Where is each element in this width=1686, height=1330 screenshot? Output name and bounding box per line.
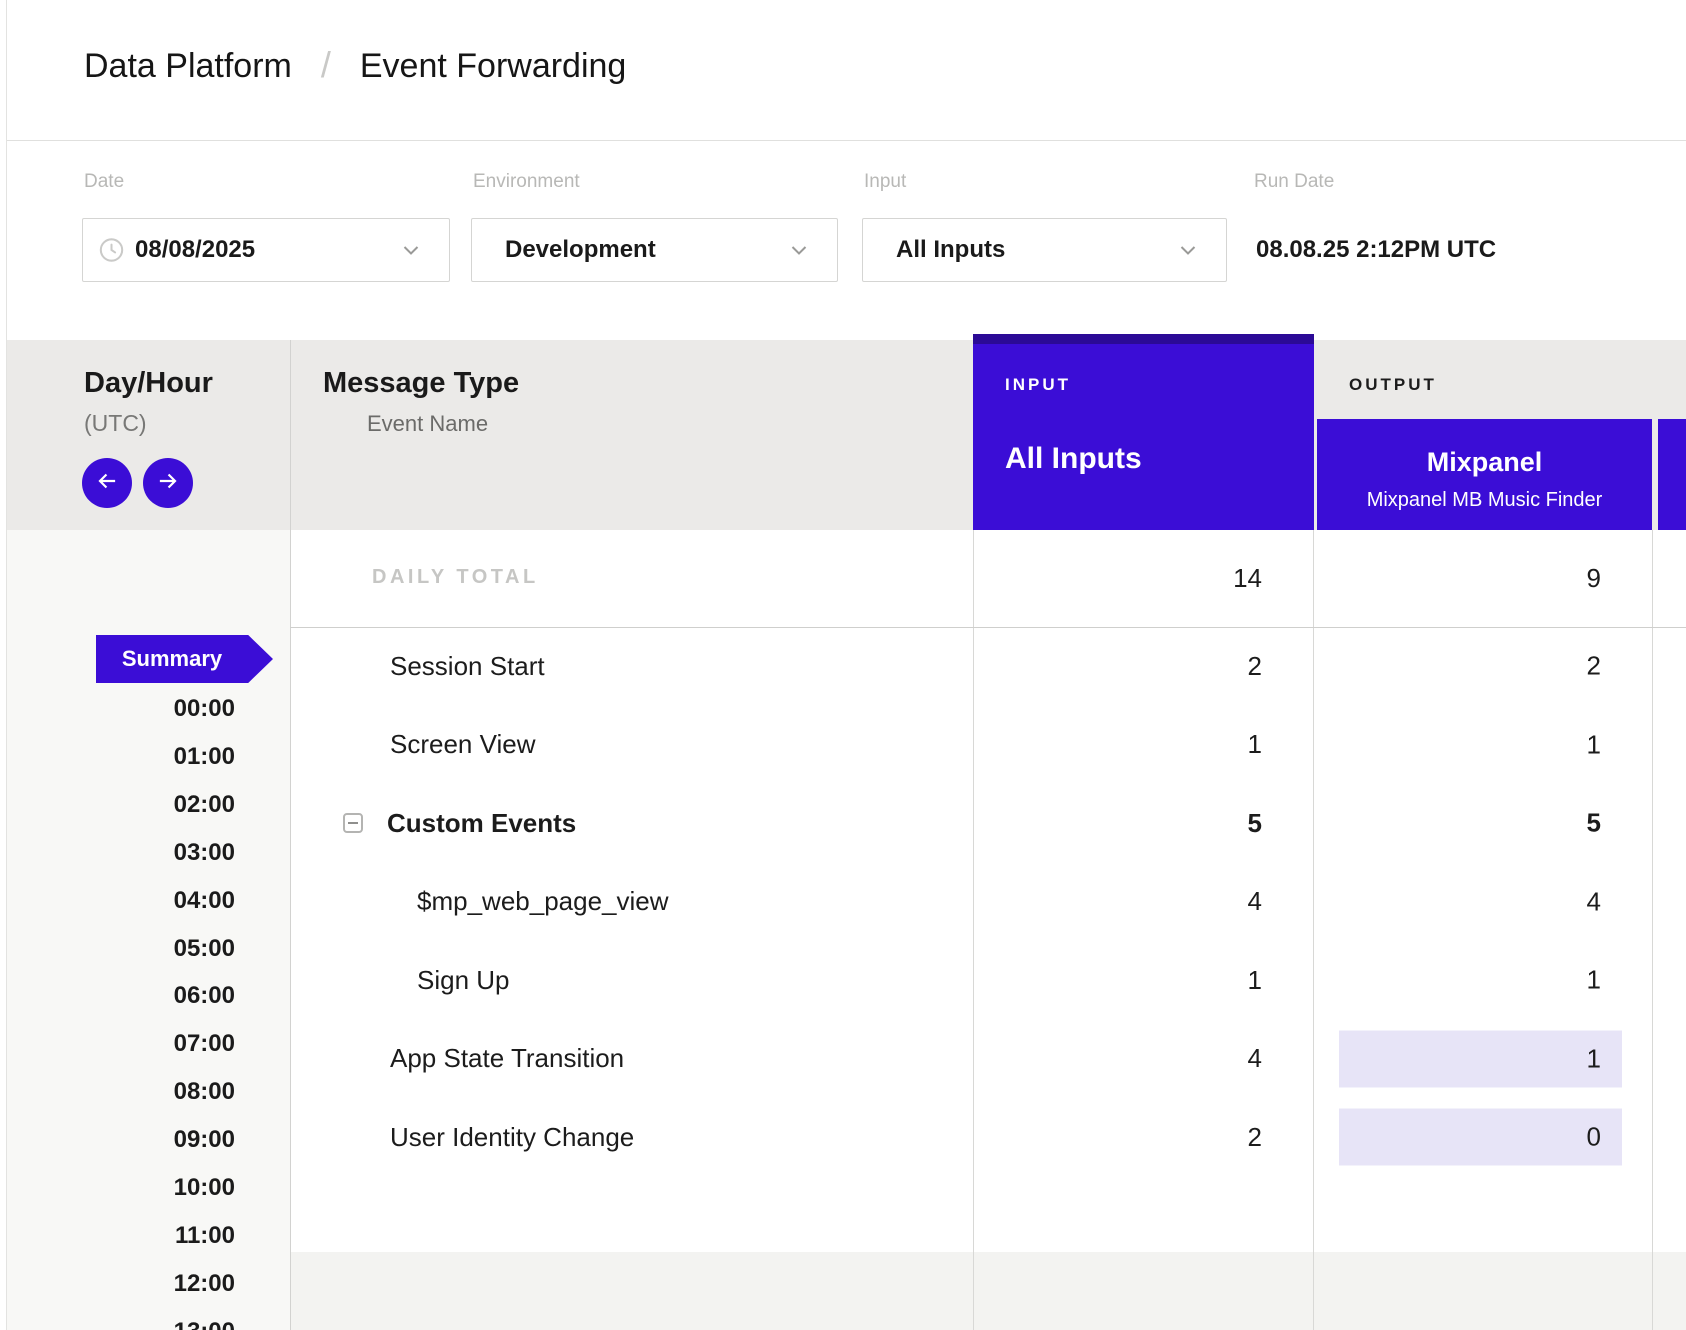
table-row: $mp_web_page_view 4 4 (290, 863, 1686, 942)
input-dropdown[interactable]: All Inputs (862, 218, 1227, 282)
event-forwarding-page: Data Platform / Event Forwarding Date 08… (0, 0, 1686, 1330)
minus-glyph (348, 822, 358, 824)
input-count: 4 (973, 1020, 1262, 1099)
input-count: 5 (973, 784, 1262, 863)
date-dropdown[interactable]: 08/08/2025 (82, 218, 450, 282)
input-count: 1 (973, 941, 1262, 1020)
output-count-highlighted: 0 (1339, 1109, 1622, 1166)
input-count: 2 (973, 627, 1262, 706)
input-section-label: INPUT (1005, 375, 1071, 395)
run-date-group: Run Date 08.08.25 2:12PM UTC (1252, 141, 1592, 340)
hour-row-label[interactable]: 05:00 (7, 934, 235, 964)
hour-row-label[interactable]: 06:00 (7, 981, 235, 1011)
daily-total-label: DAILY TOTAL (372, 566, 539, 589)
output-count-highlighted: 1 (1339, 1030, 1622, 1087)
hour-row-label[interactable]: 09:00 (7, 1125, 235, 1155)
breadcrumb-separator: / (321, 44, 331, 86)
environment-dropdown[interactable]: Development (471, 218, 838, 282)
input-filter-label: Input (864, 171, 906, 193)
date-filter-group: Date 08/08/2025 (82, 141, 450, 340)
output-count: 2 (1339, 638, 1622, 695)
output-section-label: OUTPUT (1349, 375, 1437, 395)
environment-filter-group: Environment Development (471, 141, 838, 340)
column-divider (290, 340, 291, 1330)
hour-row-label[interactable]: 13:00 (7, 1317, 235, 1330)
environment-filter-label: Environment (473, 171, 580, 193)
input-column-accent-strip (973, 334, 1314, 344)
run-date-label: Run Date (1254, 171, 1334, 193)
input-count: 4 (973, 863, 1262, 942)
hour-row-label[interactable]: 07:00 (7, 1029, 235, 1059)
environment-dropdown-value: Development (505, 236, 656, 264)
summary-tab-label: Summary (122, 646, 222, 672)
previous-day-button[interactable] (82, 458, 132, 508)
event-row-label: $mp_web_page_view (417, 886, 669, 917)
input-column-header: INPUT All Inputs (973, 334, 1314, 530)
hour-row-label[interactable]: 03:00 (7, 838, 235, 868)
arrow-right-icon (155, 468, 181, 499)
column-divider (1313, 530, 1314, 1330)
column-divider (1652, 530, 1653, 1330)
day-hour-timezone: (UTC) (84, 410, 147, 437)
date-filter-label: Date (84, 171, 124, 193)
message-type-column-title: Message Type (323, 367, 519, 400)
event-row-label: User Identity Change (390, 1122, 634, 1153)
hour-row-label[interactable]: 01:00 (7, 742, 235, 772)
event-row-label: Custom Events (387, 808, 576, 839)
day-hour-column-title: Day/Hour (84, 367, 213, 400)
table-row: App State Transition 4 1 (290, 1020, 1686, 1099)
output-count: 5 (1339, 795, 1622, 852)
output-connector-name: Mixpanel (1317, 447, 1652, 478)
arrow-left-icon (94, 468, 120, 499)
filter-bar: Date 08/08/2025 Environment Development (7, 141, 1686, 340)
date-dropdown-value: 08/08/2025 (135, 236, 255, 264)
output-count: 1 (1339, 716, 1622, 773)
event-row-label: Session Start (390, 651, 545, 682)
event-row-label: App State Transition (390, 1043, 624, 1074)
table-row: Custom Events 5 5 (290, 784, 1686, 863)
clock-icon (98, 237, 125, 264)
output-connector-subtitle: Mixpanel MB Music Finder (1317, 489, 1652, 512)
column-divider (973, 530, 974, 1330)
collapse-minus-icon[interactable] (343, 813, 363, 833)
breadcrumb: Data Platform / Event Forwarding (84, 44, 626, 86)
page-left-edge (0, 0, 7, 1330)
breadcrumb-current-page: Event Forwarding (360, 47, 626, 86)
table-row: Session Start 2 2 (290, 627, 1686, 706)
summary-tab[interactable]: Summary (96, 635, 273, 683)
input-count: 2 (973, 1098, 1262, 1177)
hour-row-label[interactable]: 00:00 (7, 694, 235, 724)
output-column-header: Mixpanel Mixpanel MB Music Finder (1317, 419, 1652, 530)
event-name-column-subtitle: Event Name (367, 411, 488, 437)
breadcrumb-section-link[interactable]: Data Platform (84, 47, 292, 86)
hour-row-label[interactable]: 11:00 (7, 1221, 235, 1251)
hour-row-label[interactable]: 02:00 (7, 790, 235, 820)
hour-row-label[interactable]: 08:00 (7, 1077, 235, 1107)
hour-row-label[interactable]: 10:00 (7, 1173, 235, 1203)
next-day-button[interactable] (143, 458, 193, 508)
output-count: 1 (1339, 952, 1622, 1009)
chevron-down-icon (1176, 238, 1200, 262)
output-column-partial (1658, 419, 1686, 530)
hour-row-label[interactable]: 12:00 (7, 1269, 235, 1299)
input-column-name: All Inputs (1005, 442, 1142, 476)
output-count: 4 (1339, 873, 1622, 930)
event-row-label: Screen View (390, 729, 536, 760)
daily-total-output-count: 9 (1313, 530, 1601, 627)
top-bar: Data Platform / Event Forwarding (7, 0, 1686, 141)
input-count: 1 (973, 706, 1262, 785)
table-row: Sign Up 1 1 (290, 941, 1686, 1020)
input-dropdown-value: All Inputs (896, 236, 1005, 264)
table-row: Screen View 1 1 (290, 706, 1686, 785)
event-row-label: Sign Up (417, 965, 510, 996)
daily-total-divider (290, 627, 1686, 628)
grid-footer-band (290, 1252, 1686, 1330)
daily-total-input-count: 14 (973, 530, 1262, 627)
chevron-down-icon (787, 238, 811, 262)
chevron-down-icon (399, 238, 423, 262)
input-filter-group: Input All Inputs (862, 141, 1227, 340)
hour-row-label[interactable]: 04:00 (7, 886, 235, 916)
table-row: User Identity Change 2 0 (290, 1098, 1686, 1177)
run-date-value: 08.08.25 2:12PM UTC (1256, 218, 1496, 282)
